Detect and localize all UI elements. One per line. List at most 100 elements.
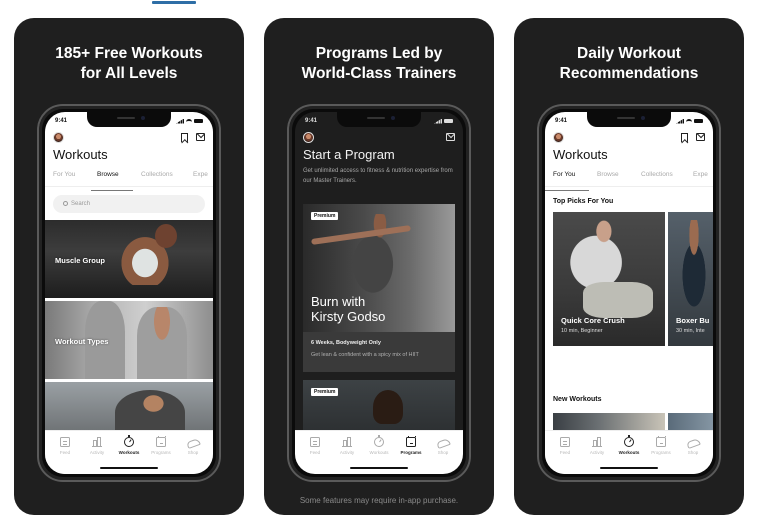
phone-screen: 9:41 Workouts For You Browse Collections… [545, 112, 713, 474]
calendar-icon [156, 436, 166, 447]
mail-icon[interactable] [446, 133, 455, 141]
screen-title: Workouts [553, 147, 608, 162]
workout-tabs: For You Browse Collections Expe [45, 169, 213, 191]
section-title-top-picks: Top Picks For You [553, 198, 614, 205]
activity-icon [342, 437, 352, 447]
tabbar-label: Programs [651, 450, 671, 455]
avatar[interactable] [53, 131, 64, 143]
in-app-purchase-note: Some features may require in-app purchas… [299, 496, 459, 505]
tabbar-item-feed[interactable]: Feed [300, 437, 330, 474]
calendar-icon [656, 436, 666, 447]
signal-icon [434, 118, 442, 124]
workout-card-boxer[interactable]: Boxer Bu 30 min, Inte [668, 212, 713, 346]
home-indicator [100, 467, 158, 469]
wifi-icon [686, 118, 692, 124]
tabbar-item-shop[interactable]: Shop [178, 437, 208, 474]
phone-frame: 9:41 Workouts For You Browse Collections… [537, 104, 721, 482]
tab-collections[interactable]: Collections [633, 169, 685, 186]
card-title: Daily Workout Recommendations [514, 44, 744, 84]
program-card[interactable]: Premium Burn with Kirsty Godso 6 Weeks, … [303, 204, 455, 372]
status-time: 9:41 [55, 118, 68, 124]
screenshot-card-free-workouts[interactable]: 185+ Free Workouts for All Levels 9:41 W… [14, 18, 244, 515]
phone-screen: 9:41 Start a Program Get unlimited acces… [295, 112, 463, 474]
phone-frame: 9:41 Workouts For You Browse Collections… [37, 104, 221, 482]
workout-card-quick-core-crush[interactable]: Quick Core Crush 10 min, Beginner [553, 212, 665, 346]
app-store-screenshots: 185+ Free Workouts for All Levels 9:41 W… [0, 0, 759, 532]
tabbar-label: Workouts [118, 450, 140, 455]
bookmark-icon[interactable] [181, 132, 188, 142]
tabbar-label: Feed [559, 450, 571, 455]
workout-name: Quick Core Crush [561, 316, 625, 325]
tabbar-item-shop[interactable]: Shop [678, 437, 708, 474]
avatar[interactable] [303, 131, 314, 143]
tab-experts[interactable]: Expe [685, 169, 713, 186]
top-picks-carousel[interactable]: Quick Core Crush 10 min, Beginner Boxer … [553, 212, 713, 346]
tabbar-label: Shop [187, 450, 199, 455]
stopwatch-icon [374, 435, 384, 447]
phone-notch [337, 112, 421, 127]
browse-list: Muscle Group Workout Types [45, 220, 213, 463]
signal-icon [676, 118, 684, 124]
battery-icon [694, 119, 703, 123]
stopwatch-icon [124, 435, 134, 447]
signal-icon [176, 118, 184, 124]
calendar-icon [406, 436, 416, 447]
screenshot-card-programs[interactable]: Programs Led by World-Class Trainers 9:4… [264, 18, 494, 515]
home-indicator [350, 467, 408, 469]
premium-badge: Premium [311, 212, 339, 220]
screen-title: Workouts [53, 147, 108, 162]
tabbar-label: Programs [400, 450, 422, 455]
workout-meta: 10 min, Beginner [561, 328, 603, 334]
tabbar-label: Workouts [618, 450, 640, 455]
search-input[interactable]: Search [53, 195, 205, 213]
program-name-line: Burn with [311, 294, 366, 309]
tabbar-label: Shop [437, 450, 449, 455]
avatar[interactable] [553, 131, 564, 143]
tab-browse[interactable]: Browse [589, 169, 633, 186]
search-icon [63, 201, 68, 206]
browse-tile-muscle-group[interactable]: Muscle Group [45, 220, 213, 298]
program-description: Get unlimited access to fitness & nutrit… [303, 168, 453, 184]
card-title-line: for All Levels [80, 65, 178, 82]
tabbar-item-feed[interactable]: Feed [50, 437, 80, 474]
browse-tile-workout-types[interactable]: Workout Types [45, 301, 213, 379]
card-title-line: Recommendations [559, 65, 699, 82]
tab-collections[interactable]: Collections [133, 169, 185, 186]
section-title-new-workouts: New Workouts [553, 396, 602, 403]
program-name: Burn with Kirsty Godso [311, 294, 385, 324]
tabbar-item-shop[interactable]: Shop [428, 437, 458, 474]
feed-icon [560, 437, 570, 447]
mail-icon[interactable] [696, 132, 705, 141]
status-time: 9:41 [305, 118, 318, 124]
phone-screen: 9:41 Workouts For You Browse Collections… [45, 112, 213, 474]
shoe-icon [685, 437, 701, 450]
tab-for-you[interactable]: For You [45, 169, 89, 186]
activity-icon [592, 437, 602, 447]
tabbar-label: Programs [151, 450, 171, 455]
card-title-line: 185+ Free Workouts [55, 45, 203, 62]
card-title-line: Daily Workout [577, 45, 681, 62]
workout-meta: 30 min, Inte [676, 328, 705, 334]
activity-icon [92, 437, 102, 447]
status-time: 9:41 [555, 118, 568, 124]
shoe-icon [185, 437, 201, 450]
workout-tabs: For You Browse Collections Expe [545, 169, 713, 191]
tabbar-label: Feed [59, 450, 71, 455]
program-meta: 6 Weeks, Bodyweight Only [311, 340, 381, 346]
phone-frame: 9:41 Start a Program Get unlimited acces… [287, 104, 471, 482]
mail-icon[interactable] [196, 132, 205, 141]
tabbar-item-feed[interactable]: Feed [550, 437, 580, 474]
tabbar-label: Activity [589, 450, 605, 455]
tabbar-label: Workouts [369, 450, 389, 455]
screenshot-card-recommendations[interactable]: Daily Workout Recommendations 9:41 Worko… [514, 18, 744, 515]
tab-for-you[interactable]: For You [545, 169, 589, 191]
tab-browse[interactable]: Browse [89, 169, 133, 191]
shoe-icon [435, 437, 451, 450]
tabbar-label: Shop [687, 450, 699, 455]
bookmark-icon[interactable] [681, 132, 688, 142]
wifi-icon [186, 118, 192, 124]
tabbar-label: Feed [309, 450, 321, 455]
battery-icon [194, 119, 203, 123]
tab-experts[interactable]: Expe [185, 169, 213, 186]
card-title-line: Programs Led by [315, 45, 443, 62]
